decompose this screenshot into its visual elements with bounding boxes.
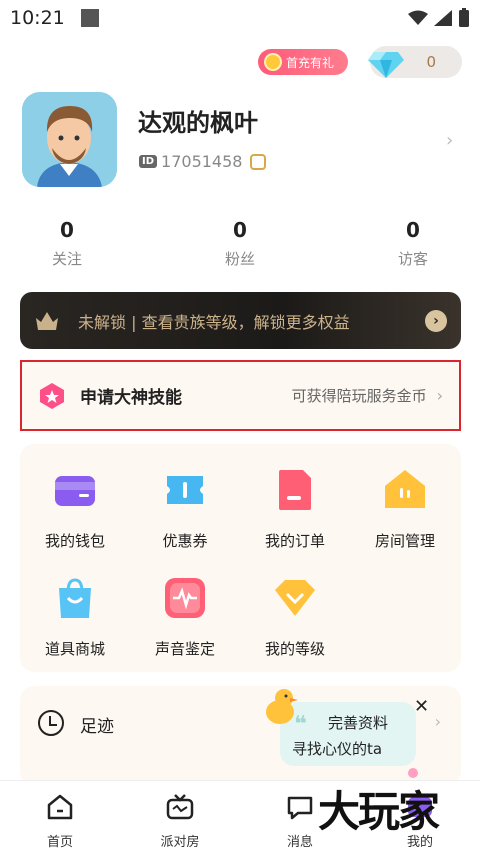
notification-icon	[80, 9, 99, 27]
grid-item-label: 优惠券	[162, 532, 208, 550]
stat-fans[interactable]: 0 粉丝	[190, 218, 290, 269]
avatar-illustration	[22, 92, 117, 187]
grid-item-label: 声音鉴定	[154, 640, 215, 658]
arrow-right-icon: ›	[425, 309, 447, 332]
clock-icon	[38, 710, 64, 736]
stat-label: 关注	[51, 250, 82, 268]
first-recharge-gift-button[interactable]: 首充有礼	[258, 49, 349, 75]
signal-icon	[434, 10, 452, 26]
copy-icon[interactable]	[250, 153, 267, 170]
function-grid: 我的钱包 优惠券 我的订单 房间管理 道具商城 声音鉴定 我的等级	[20, 444, 461, 672]
skill-subtitle: 可获得陪玩服务金币	[291, 387, 427, 405]
grid-item-label: 道具商城	[44, 640, 105, 658]
watermark-logo: 大玩家	[318, 787, 440, 836]
grid-item-wallet[interactable]: 我的钱包	[20, 468, 130, 551]
avatar[interactable]	[22, 92, 117, 187]
diamond-icon	[368, 52, 404, 78]
close-icon[interactable]: ✕	[414, 696, 429, 717]
room-icon	[385, 470, 425, 508]
noble-level-banner[interactable]: 未解锁 | 查看贵族等级，解锁更多权益 ›	[20, 292, 461, 349]
id-badge: ID	[139, 155, 158, 168]
stat-number: 0	[60, 218, 74, 242]
promo-line1: 完善资料	[328, 714, 389, 732]
grid-item-voice[interactable]: 声音鉴定	[130, 576, 240, 659]
grid-item-shop[interactable]: 道具商城	[20, 576, 130, 659]
gift-label: 首充有礼	[286, 55, 335, 70]
stat-following[interactable]: 0 关注	[17, 218, 117, 269]
chevron-right-icon: ›	[436, 386, 443, 405]
star-hexagon-icon	[40, 382, 64, 409]
voice-icon	[165, 578, 205, 618]
nav-party[interactable]: 派对房	[140, 793, 220, 850]
grid-item-room[interactable]: 房间管理	[350, 468, 460, 551]
apply-skill-row[interactable]: 申请大神技能 可获得陪玩服务金币 ›	[20, 360, 461, 431]
coupon-icon	[167, 476, 203, 504]
decor-dot	[408, 768, 418, 778]
level-icon	[275, 580, 315, 616]
stat-visitors[interactable]: 0 访客	[363, 218, 463, 269]
grid-item-label: 房间管理	[374, 532, 435, 550]
stat-number: 0	[406, 218, 420, 242]
nav-label: 派对房	[160, 835, 200, 850]
footprint-label: 足迹	[80, 717, 114, 737]
shop-bag-icon	[59, 578, 91, 618]
grid-item-level[interactable]: 我的等级	[240, 576, 350, 659]
profile-chevron-right-icon[interactable]: ›	[446, 130, 453, 151]
user-name: 达观的枫叶	[138, 109, 258, 137]
wallet-icon	[55, 476, 95, 506]
stat-number: 0	[233, 218, 247, 242]
skill-title: 申请大神技能	[80, 388, 182, 408]
user-id: 17051458	[161, 152, 243, 171]
complete-profile-popup[interactable]: ❝ 完善资料 寻找心仪的ta ✕	[262, 686, 440, 778]
tv-icon	[166, 794, 194, 820]
user-id-row: ID 17051458	[139, 152, 267, 171]
message-icon	[287, 796, 313, 820]
grid-item-orders[interactable]: 我的订单	[240, 468, 350, 551]
stat-label: 粉丝	[224, 250, 255, 268]
diamond-value: 0	[426, 53, 436, 71]
noble-banner-text: 未解锁 | 查看贵族等级，解锁更多权益	[78, 312, 350, 332]
clock-time: 10:21	[10, 7, 65, 29]
promo-line2: 寻找心仪的ta	[292, 740, 383, 758]
nav-label: 首页	[46, 835, 73, 850]
grid-item-label: 我的等级	[264, 640, 325, 658]
nav-home[interactable]: 首页	[20, 793, 100, 850]
grid-item-coupon[interactable]: 优惠券	[130, 468, 240, 551]
grid-item-label: 我的订单	[264, 532, 325, 550]
crown-icon	[36, 311, 58, 330]
status-bar: 10:21	[0, 0, 480, 36]
wifi-icon	[408, 10, 428, 25]
battery-icon	[459, 8, 469, 27]
stat-label: 访客	[397, 250, 428, 268]
home-icon	[47, 794, 73, 820]
order-icon	[279, 470, 311, 510]
grid-item-label: 我的钱包	[44, 532, 105, 550]
coin-icon	[264, 53, 282, 71]
quote-icon: ❝	[294, 712, 307, 737]
diamond-balance-button[interactable]: 0	[368, 46, 462, 78]
